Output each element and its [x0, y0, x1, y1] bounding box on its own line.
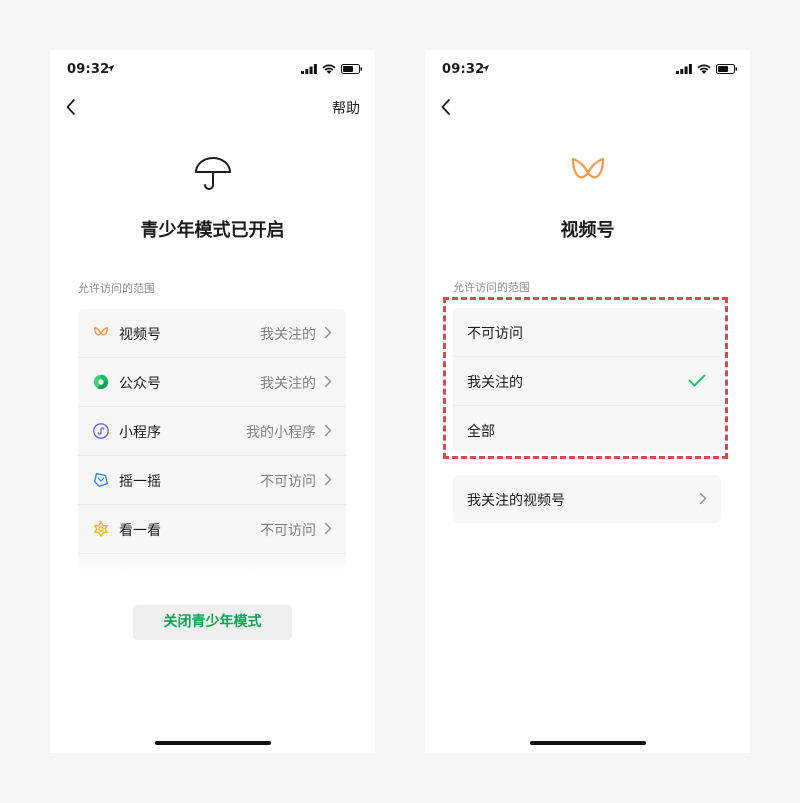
wifi-icon: [697, 64, 711, 74]
list-item-label: 摇一摇: [119, 474, 161, 490]
location-arrow-icon: [481, 64, 490, 73]
channels-icon: [571, 157, 604, 179]
highlight-box: [443, 297, 728, 459]
status-icons: [676, 64, 738, 74]
status-time: 09:32: [442, 62, 485, 77]
chevron-right-icon: [324, 326, 332, 339]
mini-program-icon: [93, 423, 109, 439]
link-label: 我关注的视频号: [467, 493, 565, 509]
wifi-icon: [322, 64, 336, 74]
umbrella-icon: [194, 157, 231, 190]
official-account-icon: [93, 374, 109, 390]
home-indicator: [529, 741, 646, 745]
help-link[interactable]: 帮助: [332, 98, 360, 118]
page-title: 青少年模式已开启: [140, 220, 285, 241]
signal-icon: [301, 64, 317, 74]
page-title: 视频号: [560, 220, 615, 241]
list-item-official-accounts[interactable]: 公众号 我关注的: [78, 358, 346, 407]
top-stories-icon: [94, 521, 108, 537]
list-item-label: 看一看: [119, 523, 161, 539]
battery-icon: [716, 64, 738, 74]
list-item-channels[interactable]: 视频号 我关注的: [78, 309, 346, 358]
shake-icon: [94, 473, 108, 487]
list-item-value: 我的小程序: [246, 425, 316, 441]
list-item-value: 不可访问: [260, 523, 316, 539]
location-arrow-icon: [106, 64, 115, 73]
list-item-value: 不可访问: [260, 474, 316, 490]
back-chevron-icon[interactable]: [62, 97, 82, 117]
list-item-label: 视频号: [119, 327, 161, 343]
list-item-mini-programs[interactable]: 小程序 我的小程序: [78, 407, 346, 456]
status-time: 09:32: [67, 62, 110, 77]
close-teen-mode-button[interactable]: 关闭青少年模式: [133, 605, 292, 640]
phone-screen-channels-settings: 09:32 视频号 允许访问的范围 不可访问 我关注的 全部 我关注的视频号: [425, 50, 750, 753]
status-icons: [301, 64, 363, 74]
chevron-right-icon: [324, 424, 332, 437]
list-item-top-stories[interactable]: 看一看 不可访问: [78, 505, 346, 554]
section-label: 允许访问的范围: [453, 281, 530, 294]
phone-screen-teen-mode: 09:32 帮助 青少年模式已开启 允许访问的范围 视频号 我关注的 公众号 我…: [50, 50, 375, 753]
battery-icon: [341, 64, 363, 74]
signal-icon: [676, 64, 692, 74]
status-bar: 09:32: [50, 50, 375, 90]
chevron-right-icon: [324, 522, 332, 535]
list-item-shake[interactable]: 摇一摇 不可访问: [78, 456, 346, 505]
chevron-right-icon: [699, 492, 707, 505]
list-item-value: 我关注的: [260, 327, 316, 343]
list-item-label: 公众号: [119, 376, 161, 392]
list-item-label: 小程序: [119, 425, 161, 441]
channels-icon: [93, 326, 109, 336]
chevron-right-icon: [324, 375, 332, 388]
home-indicator: [154, 741, 271, 745]
list-fade: [78, 557, 346, 571]
back-chevron-icon[interactable]: [437, 97, 457, 117]
followed-channels-link[interactable]: 我关注的视频号: [453, 475, 721, 523]
status-bar: 09:32: [425, 50, 750, 90]
list-item-value: 我关注的: [260, 376, 316, 392]
section-label: 允许访问的范围: [78, 282, 155, 295]
access-scope-list: 视频号 我关注的 公众号 我关注的 小程序 我的小程序 摇一摇 不可访问 看一看…: [78, 309, 346, 571]
chevron-right-icon: [324, 473, 332, 486]
